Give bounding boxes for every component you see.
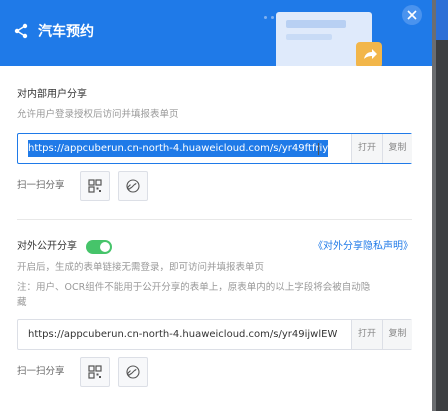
external-scan-label: 扫一扫分享 [17, 366, 65, 377]
external-share-note-cont: 藏 [17, 297, 27, 308]
internal-share-desc: 允许用户登录授权后访问并填报表单页 [17, 109, 179, 120]
text-cursor [318, 143, 319, 155]
dialog-title: 汽车预约 [38, 24, 94, 40]
external-share-title: 对外公开分享 [17, 241, 77, 252]
internal-scan-label: 扫一扫分享 [17, 180, 65, 191]
external-qrcode-button[interactable] [80, 357, 110, 387]
background-page-header [436, 0, 448, 40]
share-dialog: 汽车预约 对内部用户分享 允许用户登录授权后访问并填报表单页 https://a… [0, 0, 432, 411]
internal-open-button[interactable]: 打开 [351, 134, 382, 163]
header-illustration-bar [286, 34, 332, 40]
qrcode-icon [88, 179, 102, 193]
external-share-note: 注：用户、OCR组件不能用于公开分享的表单上，原表单内的以上字段将会被自动隐 [17, 282, 371, 293]
internal-url-input[interactable]: https://appcuberun.cn-north-4.huaweiclou… [18, 134, 351, 163]
internal-copy-button[interactable]: 复制 [382, 134, 412, 163]
external-url-input[interactable]: https://appcuberun.cn-north-4.huaweiclou… [18, 320, 351, 349]
background-page [436, 0, 448, 411]
internal-share-title: 对内部用户分享 [17, 89, 87, 100]
external-share-desc: 开启后，生成的表单链接无需登录，即可访问并填报表单页 [17, 262, 265, 273]
external-url-box: https://appcuberun.cn-north-4.huaweiclou… [17, 319, 412, 350]
internal-qrcode-button[interactable] [80, 171, 110, 201]
close-icon [407, 10, 417, 20]
link-icon [126, 365, 140, 379]
section-divider [17, 219, 412, 220]
external-link-button[interactable] [118, 357, 148, 387]
link-icon [126, 179, 140, 193]
internal-link-button[interactable] [118, 171, 148, 201]
toggle-knob [100, 242, 110, 252]
external-share-toggle[interactable] [86, 240, 112, 254]
dialog-header: 汽车预约 [0, 0, 432, 66]
share-icon [14, 23, 28, 39]
internal-url-box: https://appcuberun.cn-north-4.huaweiclou… [17, 133, 412, 164]
external-copy-button[interactable]: 复制 [382, 320, 412, 349]
qrcode-icon [88, 365, 102, 379]
privacy-statement-link[interactable]: 《对外分享隐私声明》 [313, 240, 413, 254]
close-button[interactable] [402, 5, 422, 25]
external-open-button[interactable]: 打开 [351, 320, 382, 349]
header-illustration-share-badge [356, 42, 382, 66]
header-illustration-bar [286, 20, 346, 28]
internal-url-text: https://appcuberun.cn-north-4.huaweiclou… [28, 140, 329, 157]
